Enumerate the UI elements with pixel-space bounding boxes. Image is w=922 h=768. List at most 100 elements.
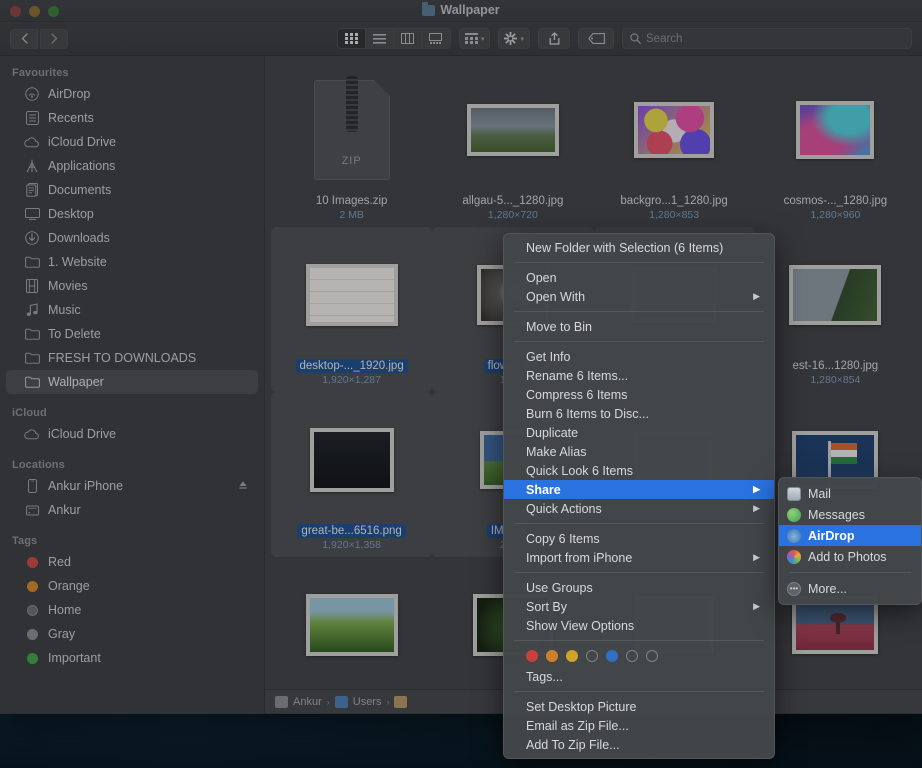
- sidebar-item-applications[interactable]: Applications: [6, 154, 258, 178]
- forward-button[interactable]: [40, 28, 68, 49]
- file-item[interactable]: allgau-5..._1280.jpg 1,280×720: [432, 62, 593, 227]
- menu-item-quick-actions[interactable]: Quick Actions ▶: [504, 499, 774, 518]
- sidebar-item-ankur-iphone[interactable]: Ankur iPhone: [6, 474, 258, 498]
- sidebar-item-music[interactable]: Music: [6, 298, 258, 322]
- file-item[interactable]: desktop-..._1920.jpg 1,920×1,287: [271, 227, 433, 392]
- menu-item-set-desktop-picture[interactable]: Set Desktop Picture: [504, 697, 774, 716]
- submenu-item-airdrop[interactable]: AirDrop: [779, 525, 921, 546]
- image-preview: [466, 104, 559, 156]
- file-meta: 1,280×853: [649, 209, 700, 221]
- menu-separator: [514, 523, 764, 524]
- menu-item-quick-look[interactable]: Quick Look 6 Items: [504, 461, 774, 480]
- file-item[interactable]: backgro...1_1280.jpg 1,280×853: [594, 62, 755, 227]
- tag-color-none-3[interactable]: [646, 650, 658, 662]
- file-item[interactable]: est-16...1280.jpg 1,280×854: [755, 227, 916, 392]
- sidebar-tag-orange[interactable]: Orange: [6, 574, 258, 598]
- window-title-text: Wallpaper: [440, 3, 500, 17]
- menu-item-open-with[interactable]: Open With ▶: [504, 287, 774, 306]
- gallery-view-button[interactable]: [421, 29, 450, 48]
- file-meta: 1,280×720: [487, 209, 538, 221]
- column-view-button[interactable]: [393, 29, 422, 48]
- submenu-item-messages[interactable]: Messages: [779, 504, 921, 525]
- menu-item-get-info[interactable]: Get Info: [504, 347, 774, 366]
- sidebar-item-desktop[interactable]: Desktop: [6, 202, 258, 226]
- tags-toolbar-button[interactable]: [578, 28, 614, 49]
- file-item[interactable]: great-be...6516.png 1,920×1,358: [271, 392, 433, 557]
- icon-view-button[interactable]: [337, 29, 366, 48]
- tag-color-yellow[interactable]: [566, 650, 578, 662]
- image-preview: [796, 101, 875, 159]
- zipper-graphic: [345, 76, 358, 132]
- menu-item-sort-by[interactable]: Sort By ▶: [504, 597, 774, 616]
- eject-icon[interactable]: [238, 480, 248, 493]
- folder-icon: [422, 2, 436, 16]
- file-item[interactable]: ZIP 10 Images.zip 2 MB: [271, 62, 432, 227]
- image-preview: [309, 428, 394, 492]
- action-gear-button[interactable]: ▾: [498, 28, 530, 49]
- menu-item-label: Share: [526, 482, 561, 497]
- submenu-item-add-to-photos[interactable]: Add to Photos: [779, 546, 921, 567]
- messages-icon: [787, 507, 801, 522]
- menu-item-add-to-zip[interactable]: Add To Zip File...: [504, 735, 774, 754]
- music-icon: [24, 303, 40, 318]
- tag-color-blue[interactable]: [606, 650, 618, 662]
- menu-item-email-as-zip[interactable]: Email as Zip File...: [504, 716, 774, 735]
- file-item[interactable]: cosmos-..._1280.jpg 1,280×960: [755, 62, 916, 227]
- sidebar-item-icloud-drive-2[interactable]: iCloud Drive: [6, 422, 258, 446]
- menu-item-tags[interactable]: Tags...: [504, 667, 774, 686]
- menu-item-compress[interactable]: Compress 6 Items: [504, 385, 774, 404]
- menu-item-share[interactable]: Share ▶: [504, 480, 774, 499]
- menu-item-label: Show View Options: [526, 618, 635, 633]
- menu-item-import-from-iphone[interactable]: Import from iPhone ▶: [504, 548, 774, 567]
- menu-item-label: Sort By: [526, 599, 567, 614]
- file-name: 10 Images.zip: [315, 195, 388, 207]
- menu-item-label: Rename 6 Items...: [526, 368, 629, 383]
- submenu-item-more[interactable]: ••• More...: [779, 578, 921, 599]
- sidebar-item-icloud-drive[interactable]: iCloud Drive: [6, 130, 258, 154]
- file-item[interactable]: [271, 557, 432, 698]
- menu-item-duplicate[interactable]: Duplicate: [504, 423, 774, 442]
- tag-color-none-1[interactable]: [586, 650, 598, 662]
- folder-icon: [24, 327, 40, 342]
- sidebar-tag-important[interactable]: Important: [6, 646, 258, 670]
- group-by-button[interactable]: ▾: [458, 28, 491, 49]
- menu-item-copy[interactable]: Copy 6 Items: [504, 529, 774, 548]
- menu-item-burn-to-disc[interactable]: Burn 6 Items to Disc...: [504, 404, 774, 423]
- sidebar-tag-gray[interactable]: Gray: [6, 622, 258, 646]
- sidebar-item-airdrop[interactable]: AirDrop: [6, 82, 258, 106]
- sidebar-item-to-delete[interactable]: To Delete: [6, 322, 258, 346]
- menu-item-open[interactable]: Open: [504, 268, 774, 287]
- sidebar-item-movies[interactable]: Movies: [6, 274, 258, 298]
- search-input[interactable]: Search: [622, 28, 912, 49]
- sidebar-item-wallpaper[interactable]: Wallpaper: [6, 370, 258, 394]
- tag-color-none-2[interactable]: [626, 650, 638, 662]
- sidebar-item-1-website[interactable]: 1. Website: [6, 250, 258, 274]
- sidebar-item-documents[interactable]: Documents: [6, 178, 258, 202]
- file-meta: 2 MB: [339, 209, 364, 221]
- sidebar-item-fresh-to-downloads[interactable]: FRESH TO DOWNLOADS: [6, 346, 258, 370]
- file-thumbnail: [309, 400, 394, 520]
- menu-item-new-folder-with-selection[interactable]: New Folder with Selection (6 Items): [504, 238, 774, 257]
- sidebar-item-label: iCloud Drive: [48, 135, 117, 149]
- sidebar-item-ankur[interactable]: Ankur: [6, 498, 258, 522]
- menu-item-make-alias[interactable]: Make Alias: [504, 442, 774, 461]
- share-toolbar-button[interactable]: [538, 28, 570, 49]
- submenu-item-label: AirDrop: [808, 528, 855, 543]
- sidebar-item-label: Red: [48, 555, 71, 569]
- tag-color-orange[interactable]: [546, 650, 558, 662]
- file-name: est-16...1280.jpg: [792, 360, 879, 372]
- sidebar-item-downloads[interactable]: Downloads: [6, 226, 258, 250]
- menu-item-use-groups[interactable]: Use Groups: [504, 578, 774, 597]
- tag-color-red[interactable]: [526, 650, 538, 662]
- breadcrumb-item[interactable]: Users: [353, 696, 382, 708]
- submenu-item-mail[interactable]: Mail: [779, 483, 921, 504]
- sidebar-tag-home[interactable]: Home: [6, 598, 258, 622]
- sidebar-item-recents[interactable]: Recents: [6, 106, 258, 130]
- sidebar-tag-red[interactable]: Red: [6, 550, 258, 574]
- menu-item-show-view-options[interactable]: Show View Options: [504, 616, 774, 635]
- breadcrumb-item[interactable]: Ankur: [293, 696, 322, 708]
- back-button[interactable]: [10, 28, 38, 49]
- list-view-button[interactable]: [365, 29, 394, 48]
- menu-item-move-to-bin[interactable]: Move to Bin: [504, 317, 774, 336]
- menu-item-rename[interactable]: Rename 6 Items...: [504, 366, 774, 385]
